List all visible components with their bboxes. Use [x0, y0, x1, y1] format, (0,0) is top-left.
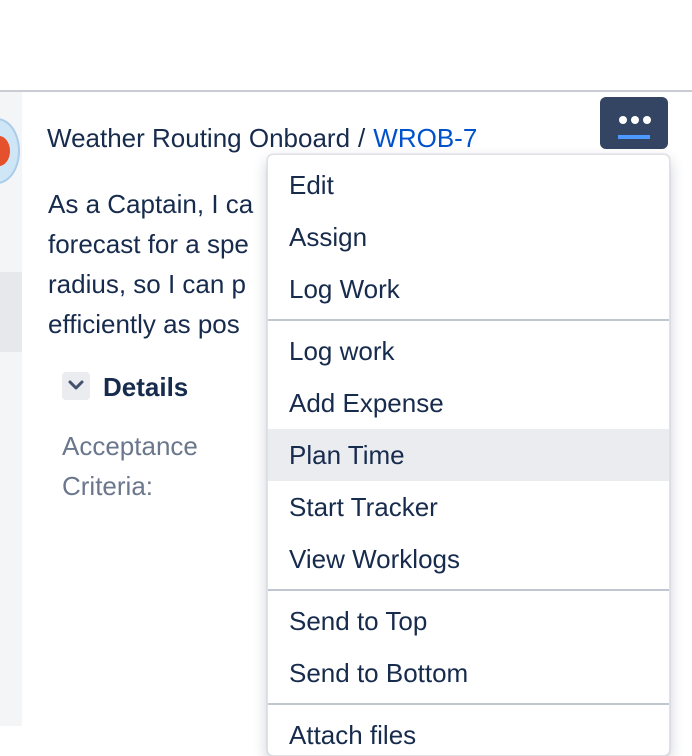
issue-key-link[interactable]: WROB-7 [373, 123, 477, 153]
more-actions-menu: Edit Assign Log Work Log work Add Expens… [267, 154, 670, 756]
more-actions-button[interactable] [600, 97, 668, 149]
breadcrumb-project-link[interactable]: Weather Routing Onboard [47, 123, 350, 153]
menu-divider [268, 319, 669, 321]
breadcrumb: Weather Routing Onboard / WROB-7 [47, 122, 477, 154]
menu-item-send-to-top[interactable]: Send to Top [268, 595, 669, 647]
details-collapse-toggle[interactable] [62, 372, 90, 400]
menu-item-log-work-tempo[interactable]: Log work [268, 325, 669, 377]
button-active-indicator [618, 135, 650, 139]
header-divider [0, 90, 692, 92]
menu-divider [268, 589, 669, 591]
avatar-icon [0, 136, 10, 166]
menu-item-log-work[interactable]: Log Work [268, 263, 669, 315]
menu-item-assign[interactable]: Assign [268, 211, 669, 263]
menu-item-view-worklogs[interactable]: View Worklogs [268, 533, 669, 585]
menu-item-send-to-bottom[interactable]: Send to Bottom [268, 647, 669, 699]
chevron-down-icon [68, 380, 84, 390]
top-header-area [0, 0, 692, 90]
details-heading: Details [103, 372, 189, 402]
menu-item-plan-time[interactable]: Plan Time [268, 429, 669, 481]
menu-divider [268, 703, 669, 705]
menu-item-start-tracker[interactable]: Start Tracker [268, 481, 669, 533]
left-sidebar-strip [0, 92, 22, 726]
breadcrumb-separator: / [358, 123, 366, 153]
acceptance-criteria-label: Acceptance Criteria: [62, 431, 198, 501]
menu-item-attach-files[interactable]: Attach files [268, 709, 669, 755]
more-horizontal-icon [619, 116, 651, 124]
menu-item-add-expense[interactable]: Add Expense [268, 377, 669, 429]
menu-item-edit[interactable]: Edit [268, 159, 669, 211]
left-sidebar-highlight [0, 272, 22, 352]
